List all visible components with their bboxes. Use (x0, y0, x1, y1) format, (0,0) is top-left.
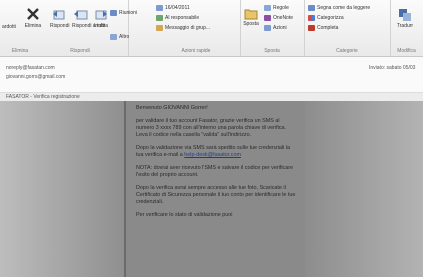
rules-label: Regole (273, 5, 289, 11)
rules-button[interactable]: Regole (264, 5, 289, 11)
delete-button[interactable]: Elimina (22, 6, 44, 29)
ribbon-group-delete: ardotti Elimina Rispondi Rispondi a tutt… (0, 0, 137, 56)
move-label: Sposta (243, 21, 259, 27)
quick-step-1-label: 16/04/2011 (165, 5, 190, 11)
reply-icon (53, 10, 65, 20)
followup-label: Completa (317, 25, 339, 31)
actions-label: Azioni (273, 25, 287, 31)
onenote-button[interactable]: OneNote (264, 15, 293, 21)
quick-step-3[interactable]: Messaggio di grup... (156, 25, 210, 31)
rules-icon (264, 5, 271, 11)
group-respond-label: Rispondi (70, 48, 90, 54)
sent-info: Inviato: sabato 05/03 (369, 65, 416, 71)
more-label: Altro (119, 34, 130, 40)
quick-step-2[interactable]: Al responsabile (156, 15, 199, 21)
forward-icon (95, 10, 107, 20)
ribbon-group-quicksteps: 16/04/2011 Al responsabile Messaggio di … (152, 0, 241, 56)
categorize-label: Categorizza (317, 15, 344, 21)
sender-address[interactable]: noreply@fasatan.com (6, 65, 55, 71)
email-text: Benvenuto GIOVANNI Gorrer! per validare … (136, 105, 296, 225)
paragraph-1: per validare il tuo account Fasator, gra… (136, 118, 286, 138)
folder-icon (244, 9, 258, 20)
onenote-label: OneNote (273, 15, 294, 21)
category-icon (308, 15, 315, 21)
ribbon: ardotti Elimina Rispondi Rispondi a tutt… (0, 0, 423, 57)
reply-all-icon (74, 10, 88, 20)
delete-label: Elimina (24, 23, 42, 29)
paragraph-4: Dopo la verifica avrai sempre accesso al… (136, 185, 296, 205)
quick-step-1[interactable]: 16/04/2011 (156, 5, 190, 11)
more-button[interactable]: Altro (110, 34, 129, 40)
quickstep-icon (156, 25, 163, 31)
quick-step-2-label: Al responsabile (165, 15, 200, 21)
onenote-icon (264, 15, 271, 21)
quick-step-3-label: Messaggio di grup... (165, 25, 211, 31)
quickstep-icon (156, 5, 163, 11)
ardotti-label[interactable]: ardotti (2, 24, 16, 30)
group-quick-label: Azioni rapide (181, 48, 211, 54)
reply-button[interactable]: Rispondi (50, 8, 70, 29)
translate-label: Tradurr (396, 23, 414, 29)
helpdesk-link[interactable]: help-desk@fasator.com (184, 152, 241, 158)
move-button[interactable]: Sposta (242, 8, 260, 27)
email-card: Benvenuto GIOVANNI Gorrer! per validare … (124, 101, 309, 277)
mark-unread-label: Segna come da leggere (317, 5, 371, 11)
body-background-right (305, 101, 423, 277)
calendar-icon (110, 10, 117, 16)
close-icon (27, 8, 39, 20)
greeting: Benvenuto GIOVANNI Gorrer! (136, 105, 208, 111)
categorize-button[interactable]: Categorizza (308, 15, 344, 21)
quickstep-icon (156, 15, 163, 21)
followup-button[interactable]: Completa (308, 25, 338, 31)
reply-all-button[interactable]: Rispondi a tutti (72, 8, 105, 29)
ribbon-group-edit: Tradurr Modifica (390, 0, 423, 56)
forward-button[interactable]: Inoltra (94, 8, 108, 29)
group-tags-label: Categorie (336, 48, 358, 54)
forward-label: Inoltra (94, 23, 108, 29)
ribbon-group-tags: Segna come da leggere Categorizza Comple… (304, 0, 391, 56)
group-move-label: Sposta (264, 48, 280, 54)
meeting-button[interactable]: Riunioni (110, 10, 137, 16)
subject-text: FASATOR - Verifica registrazione (6, 94, 80, 100)
translate-icon (399, 9, 411, 21)
flag-icon (308, 25, 315, 31)
paragraph-5: Per verificare lo stato di validazione p… (136, 212, 233, 218)
ribbon-group-move: Sposta Regole OneNote Azioni Sposta (240, 0, 305, 56)
body-background-left (0, 101, 124, 277)
meeting-label: Riunioni (119, 10, 138, 16)
message-body: Benvenuto GIOVANNI Gorrer! per validare … (0, 101, 423, 277)
actions-button[interactable]: Azioni (264, 25, 287, 31)
actions-icon (264, 25, 271, 31)
group-edit-label: Modifica (397, 48, 416, 54)
translate-button[interactable]: Tradurr (392, 8, 418, 29)
group-delete-label: Elimina (11, 48, 29, 54)
more-icon (110, 34, 117, 40)
envelope-icon (308, 5, 315, 11)
mark-unread-button[interactable]: Segna come da leggere (308, 5, 370, 11)
paragraph-3: NOTA: dovrai aver ricevuto l'SMS e salva… (136, 165, 294, 178)
reply-label: Rispondi (50, 23, 70, 29)
recipient-address[interactable]: giovanni.gorrs@gmail.com (6, 74, 65, 80)
paragraph-2: Dopo la validazione via SMS sarà spedito… (136, 145, 296, 159)
